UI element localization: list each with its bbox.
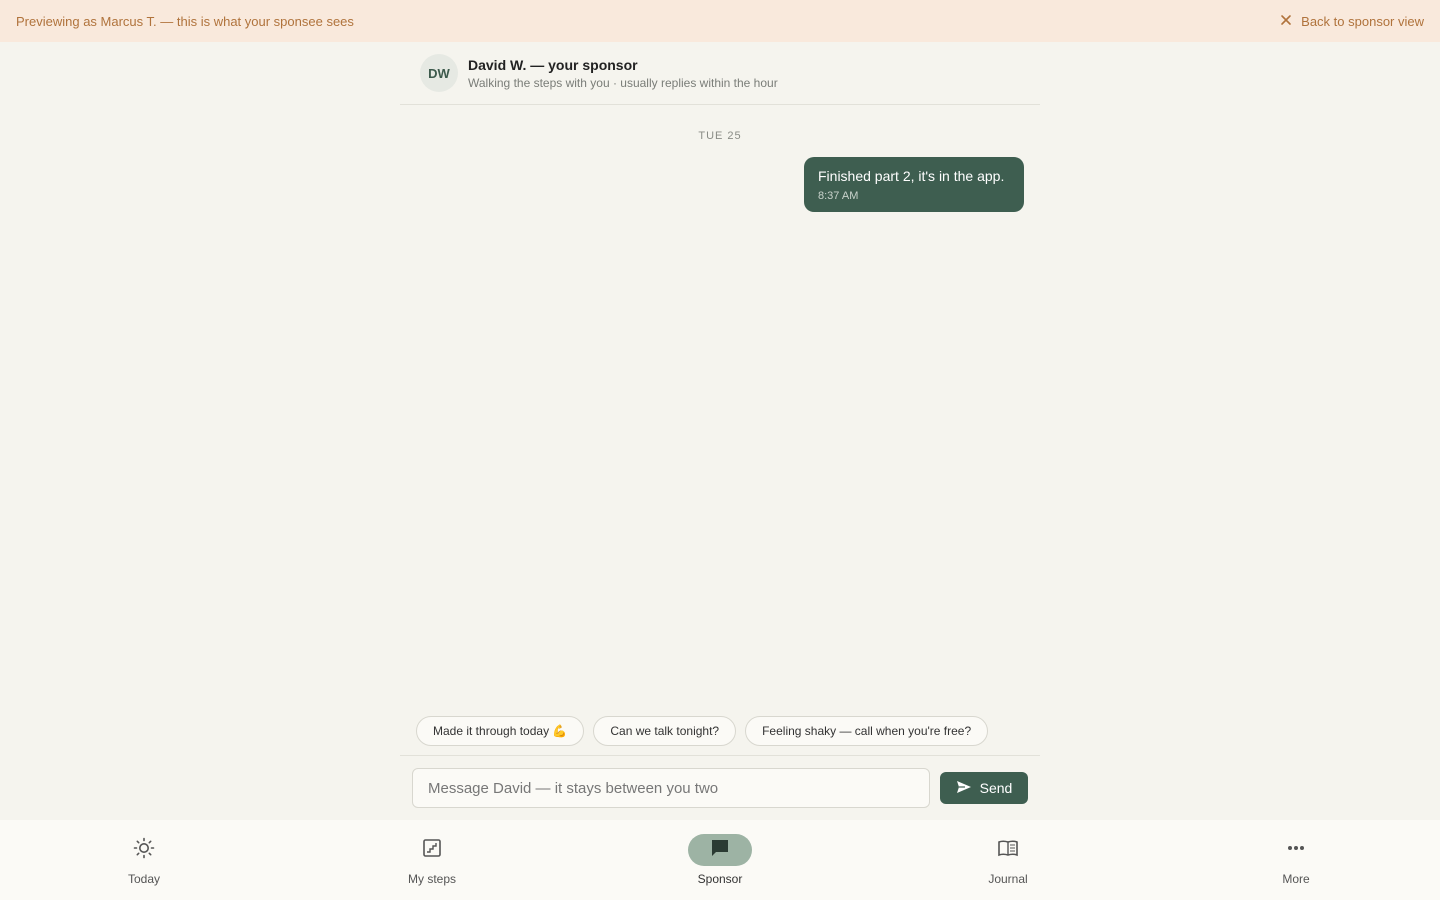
send-button[interactable]: Send — [940, 772, 1028, 804]
nav-label-today: Today — [127, 872, 161, 886]
send-icon — [956, 779, 972, 798]
date-divider: TUE 25 — [698, 130, 742, 142]
quick-reply-talk-tonight[interactable]: Can we talk tonight? — [593, 716, 737, 746]
sponsor-name: David W. — your sponsor — [468, 56, 638, 73]
bottom-nav: Today My steps Sponsor Journal More — [0, 820, 1440, 900]
quick-reply-feeling-shaky[interactable]: Feeling shaky — call when you're free? — [745, 716, 989, 746]
sun-icon — [133, 837, 155, 864]
nav-icon-wrap-sponsor — [688, 834, 752, 866]
more-icon — [1285, 837, 1307, 864]
quick-replies: Made it through today 💪 Can we talk toni… — [416, 716, 989, 746]
quick-reply-made-it-through[interactable]: Made it through today 💪 — [416, 716, 585, 746]
nav-icon-wrap-today — [112, 834, 176, 866]
send-label: Send — [979, 780, 1013, 796]
chat-icon — [709, 837, 731, 864]
chat-header-text: David W. — your sponsor Walking the step… — [468, 57, 778, 90]
avatar[interactable]: DW — [420, 54, 458, 92]
book-icon — [997, 837, 1019, 864]
preview-banner-text: Previewing as Marcus T. — this is what y… — [16, 13, 354, 29]
sponsor-subtitle: Walking the steps with you · usually rep… — [468, 75, 778, 90]
nav-item-more[interactable]: More — [1236, 834, 1356, 886]
nav-item-journal[interactable]: Journal — [948, 834, 1068, 886]
nav-icon-wrap-journal — [976, 834, 1040, 866]
nav-icon-wrap-more — [1264, 834, 1328, 866]
nav-item-my-steps[interactable]: My steps — [372, 834, 492, 886]
nav-label-journal: Journal — [988, 872, 1028, 886]
nav-label-more: More — [1282, 872, 1310, 886]
back-to-sponsor-view-label: Back to sponsor view — [1301, 13, 1424, 29]
message-text: Finished part 2, it's in the app. — [818, 168, 1005, 184]
stairs-icon — [421, 837, 443, 864]
preview-banner: Previewing as Marcus T. — this is what y… — [0, 0, 1440, 42]
message-time: 8:37 AM — [818, 190, 859, 202]
nav-item-sponsor[interactable]: Sponsor — [660, 834, 780, 886]
nav-icon-wrap-steps — [400, 834, 464, 866]
composer-divider — [400, 755, 1040, 756]
message-bubble-outgoing[interactable]: Finished part 2, it's in the app. 8:37 A… — [804, 157, 1024, 212]
back-to-sponsor-view-button[interactable]: Back to sponsor view — [1279, 13, 1424, 30]
message-input[interactable] — [412, 768, 930, 808]
nav-label-sponsor: Sponsor — [697, 872, 743, 886]
chat-header: DW David W. — your sponsor Walking the s… — [400, 42, 1040, 105]
nav-label-my-steps: My steps — [407, 872, 456, 886]
close-icon — [1279, 13, 1293, 30]
message-composer: Send — [412, 768, 1028, 808]
nav-item-today[interactable]: Today — [84, 834, 204, 886]
